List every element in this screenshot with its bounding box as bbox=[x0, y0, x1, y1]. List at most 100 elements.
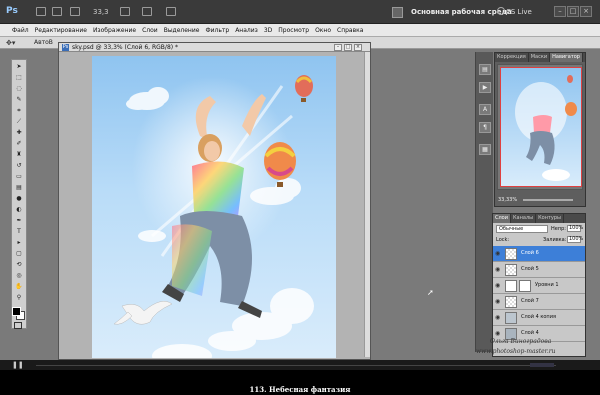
pause-icon[interactable]: ❚❚ bbox=[12, 361, 24, 369]
panel-dock-strip: ▤ ▶ A ¶ ▦ bbox=[475, 52, 493, 352]
bridge-icon[interactable] bbox=[36, 7, 46, 16]
menu-edit[interactable]: Редактирование bbox=[35, 27, 87, 34]
arrange-documents-icon[interactable] bbox=[142, 7, 152, 16]
image-caption: 113. Небесная фантазия bbox=[249, 385, 351, 394]
video-progress-track[interactable] bbox=[36, 365, 556, 366]
fill-field[interactable]: 100% bbox=[567, 236, 583, 243]
blend-mode-select[interactable]: Обычные bbox=[496, 225, 548, 233]
3d-orbit-tool-icon[interactable]: ◎ bbox=[14, 272, 24, 280]
maximize-button[interactable]: □ bbox=[567, 6, 579, 17]
paragraph-panel-icon[interactable]: ¶ bbox=[479, 122, 491, 133]
document-vertical-scrollbar[interactable] bbox=[364, 52, 370, 357]
menu-layers[interactable]: Слои bbox=[142, 27, 158, 34]
eraser-tool-icon[interactable]: ▭ bbox=[14, 173, 24, 181]
quick-mask-icon[interactable] bbox=[14, 322, 22, 329]
hand-view-icon[interactable] bbox=[120, 7, 130, 16]
watermark-site: www.photoshop-master.ru bbox=[476, 348, 556, 355]
tab-channels[interactable]: Каналы bbox=[511, 214, 537, 223]
visibility-eye-icon[interactable]: ◉ bbox=[495, 266, 503, 273]
menu-analysis[interactable]: Анализ bbox=[235, 27, 258, 34]
marquee-tool-icon[interactable]: ⬚ bbox=[14, 74, 24, 82]
navigator-zoom-value[interactable]: 33,33% bbox=[498, 197, 517, 203]
application-bar: Ps 33,3 Основная рабочая среда CS Live –… bbox=[0, 0, 600, 24]
layer-row[interactable]: ◉ Уровни 1 bbox=[493, 278, 585, 294]
document-tab[interactable]: Ps sky.psd @ 33,3% (Слой 6, RGB/8) * – □… bbox=[59, 43, 370, 52]
screen-mode-icon[interactable] bbox=[166, 7, 176, 16]
mouse-cursor-icon: ➚ bbox=[427, 288, 434, 297]
hand-tool-icon[interactable]: ✋ bbox=[14, 283, 24, 291]
video-progress-handle[interactable] bbox=[530, 363, 554, 367]
menu-view[interactable]: Просмотр bbox=[278, 27, 309, 34]
shape-tool-icon[interactable]: ▢ bbox=[14, 250, 24, 258]
move-tool-icon[interactable]: ✥▾ bbox=[6, 39, 20, 47]
layer-thumbnail bbox=[505, 264, 517, 276]
menu-filter[interactable]: Фильтр bbox=[205, 27, 229, 34]
swatches-panel-icon[interactable]: ▦ bbox=[479, 144, 491, 155]
lock-label: Lock: bbox=[496, 237, 510, 243]
tab-layers[interactable]: Слои bbox=[493, 214, 511, 223]
clone-stamp-tool-icon[interactable]: ♜ bbox=[14, 151, 24, 159]
layer-row[interactable]: ◉ Слой 7 bbox=[493, 294, 585, 310]
history-panel-icon[interactable]: ▤ bbox=[479, 64, 491, 75]
navigator-panel: Коррекция Маски Навигатор 33,33% bbox=[494, 52, 586, 207]
path-select-tool-icon[interactable]: ▸ bbox=[14, 239, 24, 247]
image-canvas[interactable] bbox=[92, 56, 336, 358]
blur-tool-icon[interactable]: ● bbox=[14, 195, 24, 203]
3d-rotate-tool-icon[interactable]: ⟲ bbox=[14, 261, 24, 269]
visibility-eye-icon[interactable]: ◉ bbox=[495, 250, 503, 257]
visibility-eye-icon[interactable]: ◉ bbox=[495, 314, 503, 321]
workspace-icon[interactable] bbox=[392, 7, 403, 18]
gradient-tool-icon[interactable]: ▤ bbox=[14, 184, 24, 192]
tab-navigator[interactable]: Навигатор bbox=[550, 53, 583, 62]
view-extras-icon[interactable] bbox=[70, 7, 80, 16]
menu-file[interactable]: Файл bbox=[12, 27, 29, 34]
tab-paths[interactable]: Контуры bbox=[536, 214, 564, 223]
visibility-eye-icon[interactable]: ◉ bbox=[495, 282, 503, 289]
navigator-view-box[interactable] bbox=[500, 67, 582, 187]
crop-tool-icon[interactable]: ⌗ bbox=[14, 107, 24, 115]
zoom-level[interactable]: 33,3 bbox=[93, 8, 109, 16]
type-tool-icon[interactable]: T bbox=[14, 228, 24, 236]
brush-tool-icon[interactable]: ✐ bbox=[14, 140, 24, 148]
pen-tool-icon[interactable]: ✒ bbox=[14, 217, 24, 225]
cs-live-icon bbox=[497, 7, 505, 15]
menu-window[interactable]: Окно bbox=[315, 27, 331, 34]
fill-label: Заливка: bbox=[543, 237, 567, 243]
document-maximize-button[interactable]: □ bbox=[344, 44, 352, 51]
minibridge-icon[interactable] bbox=[52, 7, 62, 16]
tab-adjustments[interactable]: Коррекция bbox=[495, 53, 529, 62]
navigator-zoom-slider[interactable] bbox=[523, 199, 573, 201]
document-minimize-button[interactable]: – bbox=[334, 44, 342, 51]
layer-thumbnail bbox=[505, 248, 517, 260]
lasso-tool-icon[interactable]: ◌ bbox=[14, 85, 24, 93]
layer-row[interactable]: ◉ Слой 4 копия bbox=[493, 310, 585, 326]
navigator-thumbnail[interactable] bbox=[497, 64, 583, 190]
zoom-tool-icon[interactable]: ⚲ bbox=[14, 294, 24, 302]
actions-panel-icon[interactable]: ▶ bbox=[479, 82, 491, 93]
menu-image[interactable]: Изображение bbox=[93, 27, 136, 34]
close-button[interactable]: × bbox=[580, 6, 592, 17]
menu-3d[interactable]: 3D bbox=[264, 27, 272, 34]
move-tool-icon[interactable]: ➤ bbox=[14, 63, 24, 71]
auto-select-label[interactable]: АвтоВ bbox=[34, 39, 53, 46]
menu-help[interactable]: Справка bbox=[337, 27, 363, 34]
eyedropper-tool-icon[interactable]: ⟋ bbox=[14, 118, 24, 126]
layer-row[interactable]: ◉ Слой 5 bbox=[493, 262, 585, 278]
quick-select-tool-icon[interactable]: ✎ bbox=[14, 96, 24, 104]
foreground-color-swatch[interactable] bbox=[12, 307, 21, 316]
tab-masks[interactable]: Маски bbox=[529, 53, 551, 62]
menu-select[interactable]: Выделение bbox=[164, 27, 200, 34]
minimize-button[interactable]: – bbox=[554, 6, 566, 17]
watermark-author: Ольга Виноградова bbox=[490, 338, 552, 345]
character-panel-icon[interactable]: A bbox=[479, 104, 491, 115]
cs-live-button[interactable]: CS Live bbox=[506, 8, 532, 16]
visibility-eye-icon[interactable]: ◉ bbox=[495, 330, 503, 337]
document-close-button[interactable]: × bbox=[354, 44, 362, 51]
layer-row[interactable]: ◉ Слой 6 bbox=[493, 246, 585, 262]
opacity-field[interactable]: 100% bbox=[567, 225, 583, 232]
history-brush-tool-icon[interactable]: ↺ bbox=[14, 162, 24, 170]
layer-name: Слой 6 bbox=[521, 250, 539, 256]
dodge-tool-icon[interactable]: ◐ bbox=[14, 206, 24, 214]
visibility-eye-icon[interactable]: ◉ bbox=[495, 298, 503, 305]
healing-brush-tool-icon[interactable]: ✚ bbox=[14, 129, 24, 137]
